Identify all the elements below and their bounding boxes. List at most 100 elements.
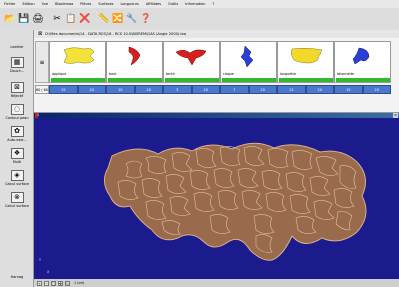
piece-tenth-shape [175, 49, 207, 66]
count-cell: 20 [134, 85, 163, 94]
count-cell: 10 [106, 85, 135, 94]
axis-x-label: X [47, 270, 50, 274]
piece-name: tenth [166, 72, 175, 76]
piece-quota-bar [165, 78, 219, 82]
piece-quota-bar [279, 78, 333, 82]
status-bar: + − □ ✥ ↻ 1 (ori) [34, 279, 399, 287]
menu-item-information[interactable]: Information [185, 2, 205, 6]
sidebar-item-contour[interactable]: ◌ Contour peau [0, 104, 34, 120]
count-cell: 7 [220, 85, 249, 94]
count-cell: 20 [305, 85, 334, 94]
status-text: 1 (ori) [74, 281, 85, 285]
menu-item-view[interactable]: Vue [42, 2, 49, 6]
count-cell: 3 [163, 85, 192, 94]
piece-name: languette [280, 72, 296, 76]
help-icon[interactable]: ❓ [140, 13, 152, 25]
fit-icon[interactable]: □ [51, 280, 56, 286]
piece-quota-bar [108, 78, 162, 82]
surface-icon: ◈ [10, 170, 24, 181]
count-cell: 20 [77, 85, 106, 94]
piece-quota-bar [222, 78, 276, 82]
reject-icon: ⊠ [10, 82, 24, 93]
zoom-out-icon[interactable]: − [44, 280, 49, 286]
cut-icon[interactable]: ✂ [51, 13, 63, 25]
strip-scroll-handle[interactable]: ≡ [35, 41, 49, 83]
open-icon[interactable]: 📂 [4, 13, 16, 25]
menu-item-help[interactable]: ? [212, 2, 214, 6]
sidebar-header: Leather [10, 45, 24, 49]
axis-y-label: Y [39, 258, 42, 262]
menu-item-lengths[interactable]: Longueurs [121, 2, 139, 6]
document-title: D:\Mes documents\14 - DATA RCS\16 - RCS … [45, 32, 187, 36]
piece-shape-applique [63, 47, 95, 64]
count-cell: 13 [277, 85, 306, 94]
count-cell: 15 [334, 85, 363, 94]
count-cell: 20 [191, 85, 220, 94]
piece-claque-shape [240, 45, 254, 68]
print-icon[interactable]: 🖨 [32, 13, 44, 25]
menu-item-affiliates[interactable]: Affiliates [146, 2, 161, 6]
piece-name: claque [223, 72, 234, 76]
menu-item-file[interactable]: Fichier [4, 2, 15, 6]
pan-icon[interactable]: ✥ [58, 280, 63, 286]
piece-shape-bout [128, 46, 141, 66]
piece-column[interactable]: bout [106, 41, 163, 83]
zoom-in-icon[interactable]: + [37, 280, 42, 286]
sidebar-item-douch[interactable]: ▦ Douch... [0, 57, 34, 73]
toolbar: 📂 💾 🖨 ✂ 📋 ❌ 📏 🔀 🔧 ❓ [0, 8, 399, 30]
surface-calc-icon: ⊗ [10, 192, 24, 203]
pieces-strip: ≡ applique bout tenth claque languette t… [35, 41, 399, 83]
piece-bout-shape [128, 46, 141, 66]
count-cell: 20 [362, 85, 391, 94]
piece-name: applique [52, 72, 67, 76]
pin-icon[interactable]: ⊠ [38, 31, 42, 37]
settings-icon[interactable]: 🔧 [126, 13, 138, 25]
menu-item-edit[interactable]: Edition [22, 2, 34, 6]
menu-item-surfaces[interactable]: Surfaces [98, 2, 113, 6]
nest-icon[interactable]: 🔀 [112, 13, 124, 25]
count-cell: 15 [49, 85, 78, 94]
piece-applique-shape [63, 47, 95, 64]
piece-languette-shape [291, 47, 323, 64]
menu-item-bisolemoa[interactable]: Bisolemoa [55, 2, 73, 6]
piece-column[interactable]: tenth [163, 41, 220, 83]
piece-column[interactable]: languette [277, 41, 334, 83]
piece-shape-claque [240, 45, 254, 68]
sidebar-item-calc-surface-1[interactable]: ◈ Calcul surface [0, 170, 34, 186]
piece-shape-tenth [175, 49, 207, 66]
scan-icon: ▦ [10, 57, 24, 68]
sidebar-item-auto[interactable]: ✿ Auto-exer... [0, 126, 34, 142]
piece-column[interactable]: applique [49, 41, 106, 83]
hide-drawing [104, 142, 367, 261]
delete-icon[interactable]: ❌ [79, 13, 91, 25]
auto-nest-icon: ✿ [10, 126, 24, 137]
menu-item-pieces[interactable]: Pièces [80, 2, 91, 6]
piece-quota-bar [336, 78, 390, 82]
sidebar: Leather ▦ Douch... ⊠ Réjecté ◌ Contour p… [0, 30, 34, 287]
piece-name: talonnette [337, 72, 355, 76]
piece-quota-bar [51, 78, 105, 82]
piece-shape-talonnette [352, 47, 370, 65]
menu-bar: Fichier Edition Vue Bisolemoa Pièces Sur… [0, 0, 399, 8]
piece-column[interactable]: claque [220, 41, 277, 83]
save-icon[interactable]: 💾 [18, 13, 30, 25]
count-cell: 20 [248, 85, 277, 94]
nesting-canvas[interactable]: Y X [34, 118, 399, 279]
piece-name: bout [109, 72, 117, 76]
piece-column[interactable]: talonnette [334, 41, 391, 83]
paste-icon[interactable]: 📋 [65, 13, 77, 25]
sidebar-item-multi[interactable]: ❖ Multi [0, 148, 34, 164]
counts-row: 60 ( 60 15 20 10 20 3 20 7 20 13 20 15 2… [35, 85, 399, 94]
piece-shape-languette [291, 47, 323, 64]
rotate-icon[interactable]: ↻ [65, 280, 70, 286]
multi-icon: ❖ [10, 148, 24, 159]
sidebar-footer: Harnag [10, 275, 24, 279]
leather-hide [104, 142, 367, 261]
sidebar-item-calc-surface-2[interactable]: ⊗ Calcul surface [0, 192, 34, 208]
piece-talonnette-shape [352, 47, 370, 65]
sidebar-item-reject[interactable]: ⊠ Réjecté [0, 82, 34, 98]
document-title-row: ⊠ D:\Mes documents\14 - DATA RCS\16 - RC… [34, 30, 399, 38]
measure-icon[interactable]: 📏 [98, 13, 110, 25]
menu-item-tools[interactable]: Outils [168, 2, 178, 6]
contour-icon: ◌ [10, 104, 24, 115]
